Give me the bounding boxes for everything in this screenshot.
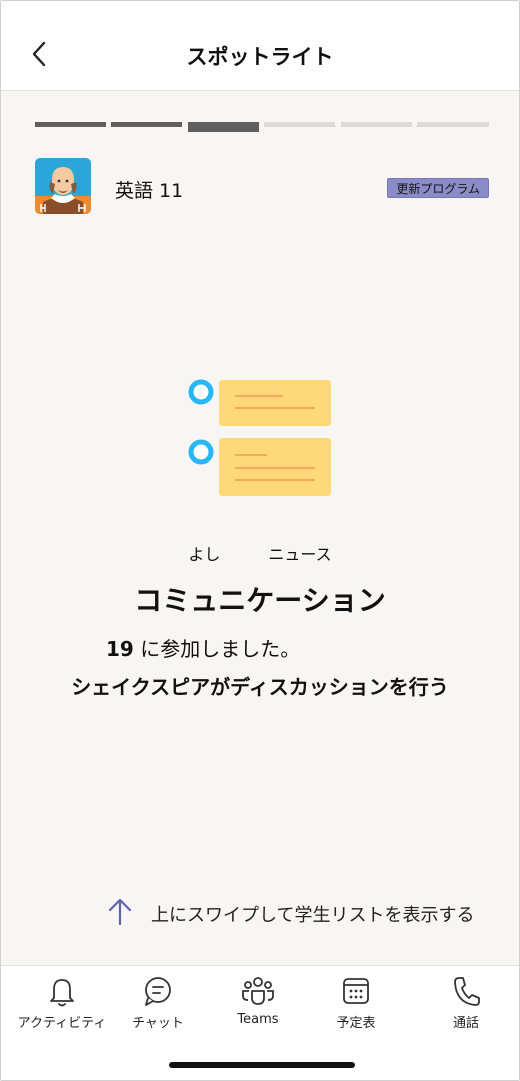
activity-description: シェイクスピアがディスカッションを行う xyxy=(71,675,449,699)
swipe-up-label: 上にスワイプして学生リストを表示する xyxy=(151,905,475,926)
card-category: よし ニュース xyxy=(188,545,332,564)
tab-label: アクティビティ xyxy=(17,1016,107,1031)
progress-segment xyxy=(264,122,335,127)
home-indicator[interactable] xyxy=(169,1062,355,1068)
update-badge: 更新プログラム xyxy=(387,178,489,198)
discussion-cards-icon xyxy=(187,378,333,500)
class-avatar[interactable] xyxy=(35,158,91,214)
card-title: コミュニケーション xyxy=(134,584,386,617)
tab-activity[interactable]: アクティビティ xyxy=(12,974,112,1038)
teams-icon xyxy=(242,977,274,1005)
class-name: 英語 11 xyxy=(115,180,184,202)
joined-line: 19 に参加しました。 xyxy=(106,633,300,662)
progress-segment xyxy=(111,122,182,127)
progress-segment-current xyxy=(188,122,259,132)
shakespeare-avatar-icon xyxy=(35,158,91,214)
bell-icon xyxy=(50,979,74,1007)
swipe-up-hint[interactable]: 上にスワイプして学生リストを表示する xyxy=(105,897,485,927)
arrow-up-icon xyxy=(108,898,132,926)
class-header: 英語 11 更新プログラム xyxy=(35,158,489,214)
page-title: スポットライト xyxy=(186,45,334,69)
top-app-bar: スポットライト xyxy=(1,1,519,91)
tab-label: 予定表 xyxy=(336,1016,376,1031)
chat-icon xyxy=(145,977,171,1006)
progress-segment xyxy=(417,122,489,127)
joined-count: 19 xyxy=(106,637,134,661)
progress-segment xyxy=(341,122,412,127)
progress-segment xyxy=(35,122,106,127)
tab-label: 通話 xyxy=(452,1016,479,1031)
tab-label: チャット xyxy=(132,1016,184,1031)
joined-text: に参加しました。 xyxy=(140,637,301,661)
tab-label: Teams xyxy=(237,1012,279,1027)
tab-teams[interactable]: Teams xyxy=(208,974,308,1038)
tab-chat[interactable]: チャット xyxy=(108,974,208,1038)
story-progress-bar xyxy=(35,122,489,132)
calendar-icon xyxy=(343,978,369,1004)
tab-calls[interactable]: 通話 xyxy=(416,974,516,1038)
tab-calendar[interactable]: 予定表 xyxy=(306,974,406,1038)
phone-screen: スポットライト 英語 11 更新プログラム よし ニュース コミュニケーション … xyxy=(0,0,520,1081)
phone-icon xyxy=(454,977,480,1006)
